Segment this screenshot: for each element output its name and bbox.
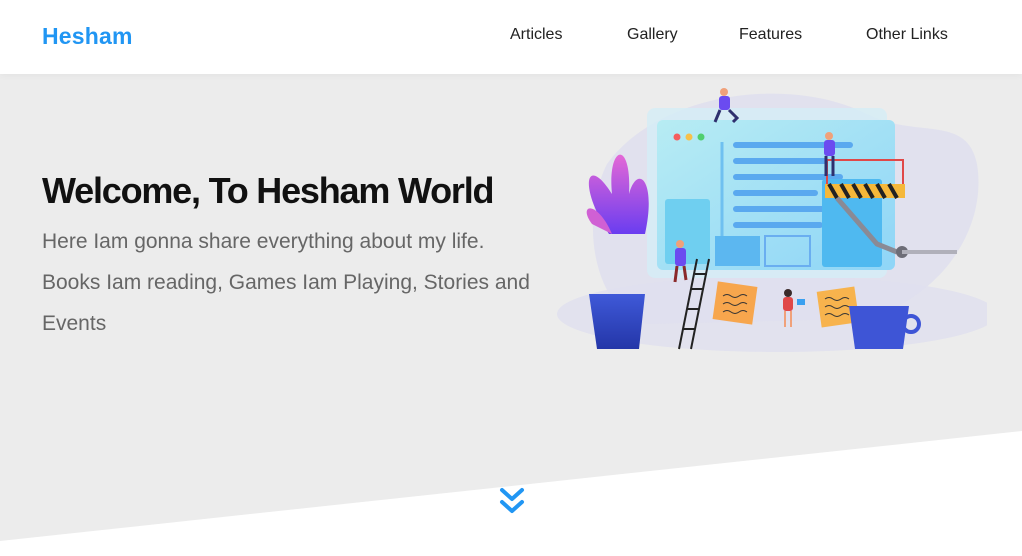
nav-link-other-links[interactable]: Other Links xyxy=(866,26,948,44)
intro-description: Here Iam gonna share everything about my… xyxy=(42,230,530,335)
double-chevron-down-icon xyxy=(500,488,524,513)
nav-link-articles[interactable]: Articles xyxy=(510,26,562,44)
page-title: Welcome, To Hesham World xyxy=(42,170,494,211)
web-development-illustration xyxy=(557,88,987,352)
nav-link-features[interactable]: Features xyxy=(739,26,802,44)
logo-link[interactable]: Hesham xyxy=(42,23,133,50)
nav-link-gallery[interactable]: Gallery xyxy=(627,26,678,44)
scroll-down-button[interactable] xyxy=(497,486,527,518)
site-header: Hesham Articles Gallery Features Other L… xyxy=(0,0,1022,74)
intro-text: Welcome, To Hesham World Here Iam gonna … xyxy=(42,171,542,344)
